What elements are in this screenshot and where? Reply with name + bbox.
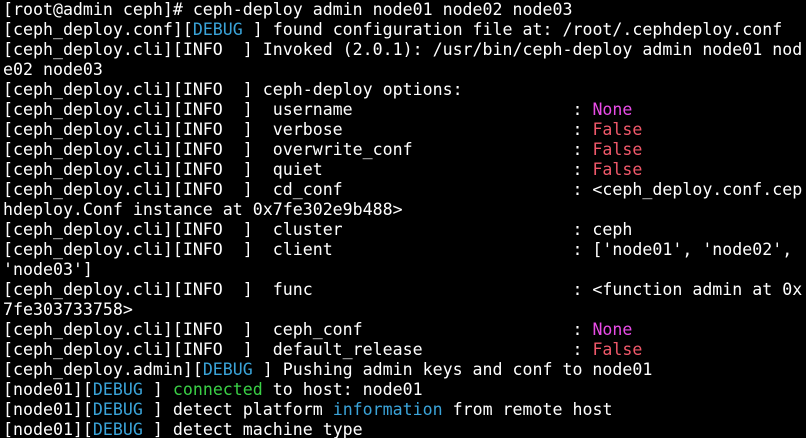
terminal-line: [ceph_deploy.conf][DEBUG ] found configu… <box>3 20 806 40</box>
terminal-text: [ceph_deploy.admin][ <box>3 360 203 379</box>
terminal-text-cyan: information <box>332 400 443 419</box>
terminal-line: [ceph_deploy.cli][INFO ] client : ['node… <box>3 240 806 260</box>
terminal-text: [node01][ <box>3 380 93 399</box>
terminal-output[interactable]: [root@admin ceph]# ceph-deploy admin nod… <box>0 0 806 438</box>
terminal-line: hdeploy.Conf instance at 0x7fe302e9b488> <box>3 200 806 220</box>
terminal-text-cyan: DEBUG <box>192 20 243 39</box>
terminal-line: [ceph_deploy.cli][INFO ] quiet : False <box>3 160 806 180</box>
terminal-text: [ceph_deploy.cli][INFO ] default_release… <box>3 340 593 359</box>
terminal-text: [ceph_deploy.cli][INFO ] func : <functio… <box>3 280 803 299</box>
terminal-line: e02 node03 <box>3 60 806 80</box>
terminal-text-magenta: None <box>592 100 633 119</box>
terminal-line: [node01][DEBUG ] connected to host: node… <box>3 380 806 400</box>
terminal-text: [ceph_deploy.cli][INFO ] username : <box>3 100 593 119</box>
terminal-text: [ceph_deploy.conf][ <box>3 20 193 39</box>
terminal-text: [ceph_deploy.cli][INFO ] client : ['node… <box>3 240 793 259</box>
terminal-line: [node01][DEBUG ] detect platform informa… <box>3 400 806 420</box>
terminal-text-cyan: DEBUG <box>92 400 143 419</box>
terminal-line: [root@admin ceph]# ceph-deploy admin nod… <box>3 0 806 20</box>
terminal-line: [ceph_deploy.cli][INFO ] ceph_conf : Non… <box>3 320 806 340</box>
terminal-text-red: False <box>592 340 643 359</box>
terminal-text: ] detect platform <box>142 400 333 419</box>
terminal-text-green: connected <box>172 380 263 399</box>
terminal-text: ] <box>142 380 173 399</box>
terminal-text: 7fe303733758> <box>3 300 133 319</box>
terminal-line: [ceph_deploy.cli][INFO ] ceph-deploy opt… <box>3 80 806 100</box>
terminal-line: 'node03'] <box>3 260 806 280</box>
terminal-text: hdeploy.Conf instance at 0x7fe302e9b488> <box>3 200 403 219</box>
terminal-line: 7fe303733758> <box>3 300 806 320</box>
terminal-text-red: False <box>592 160 643 179</box>
terminal-text-magenta: None <box>592 320 633 339</box>
terminal-line: [node01][DEBUG ] detect machine type <box>3 420 806 438</box>
terminal-line: [ceph_deploy.cli][INFO ] Invoked (2.0.1)… <box>3 40 806 60</box>
terminal-text: [ceph_deploy.cli][INFO ] overwrite_conf … <box>3 140 593 159</box>
terminal-text-red: False <box>592 140 643 159</box>
terminal-line: [ceph_deploy.admin][DEBUG ] Pushing admi… <box>3 360 806 380</box>
terminal-text: ] Pushing admin keys and conf to node01 <box>252 360 653 379</box>
terminal-text: to host: node01 <box>262 380 423 399</box>
terminal-text: ] found configuration file at: /root/.ce… <box>242 20 783 39</box>
terminal-line: [ceph_deploy.cli][INFO ] cd_conf : <ceph… <box>3 180 806 200</box>
terminal-text: [ceph_deploy.cli][INFO ] ceph-deploy opt… <box>3 80 463 99</box>
terminal-text: [ceph_deploy.cli][INFO ] Invoked (2.0.1)… <box>3 40 803 59</box>
terminal-text: from remote host <box>442 400 613 419</box>
terminal-text: [root@admin ceph]# ceph-deploy admin nod… <box>3 0 573 19</box>
terminal-line: [ceph_deploy.cli][INFO ] verbose : False <box>3 120 806 140</box>
terminal-text-cyan: DEBUG <box>92 380 143 399</box>
terminal-text: 'node03'] <box>3 260 93 279</box>
terminal-text: [node01][ <box>3 400 93 419</box>
terminal-text: [ceph_deploy.cli][INFO ] ceph_conf : <box>3 320 593 339</box>
terminal-text-cyan: DEBUG <box>202 360 253 379</box>
terminal-line: [ceph_deploy.cli][INFO ] username : None <box>3 100 806 120</box>
terminal-text-red: False <box>592 120 643 139</box>
terminal-text: e02 node03 <box>3 60 103 79</box>
terminal-text: [ceph_deploy.cli][INFO ] cd_conf : <ceph… <box>3 180 803 199</box>
terminal-line: [ceph_deploy.cli][INFO ] func : <functio… <box>3 280 806 300</box>
terminal-text: [node01][ <box>3 420 93 438</box>
terminal-line: [ceph_deploy.cli][INFO ] default_release… <box>3 340 806 360</box>
terminal-line: [ceph_deploy.cli][INFO ] cluster : ceph <box>3 220 806 240</box>
terminal-text-cyan: DEBUG <box>92 420 143 438</box>
terminal-text: [ceph_deploy.cli][INFO ] quiet : <box>3 160 593 179</box>
terminal-text: ] detect machine type <box>142 420 363 438</box>
terminal-text: [ceph_deploy.cli][INFO ] verbose : <box>3 120 593 139</box>
terminal-text: [ceph_deploy.cli][INFO ] cluster : ceph <box>3 220 633 239</box>
terminal-line: [ceph_deploy.cli][INFO ] overwrite_conf … <box>3 140 806 160</box>
